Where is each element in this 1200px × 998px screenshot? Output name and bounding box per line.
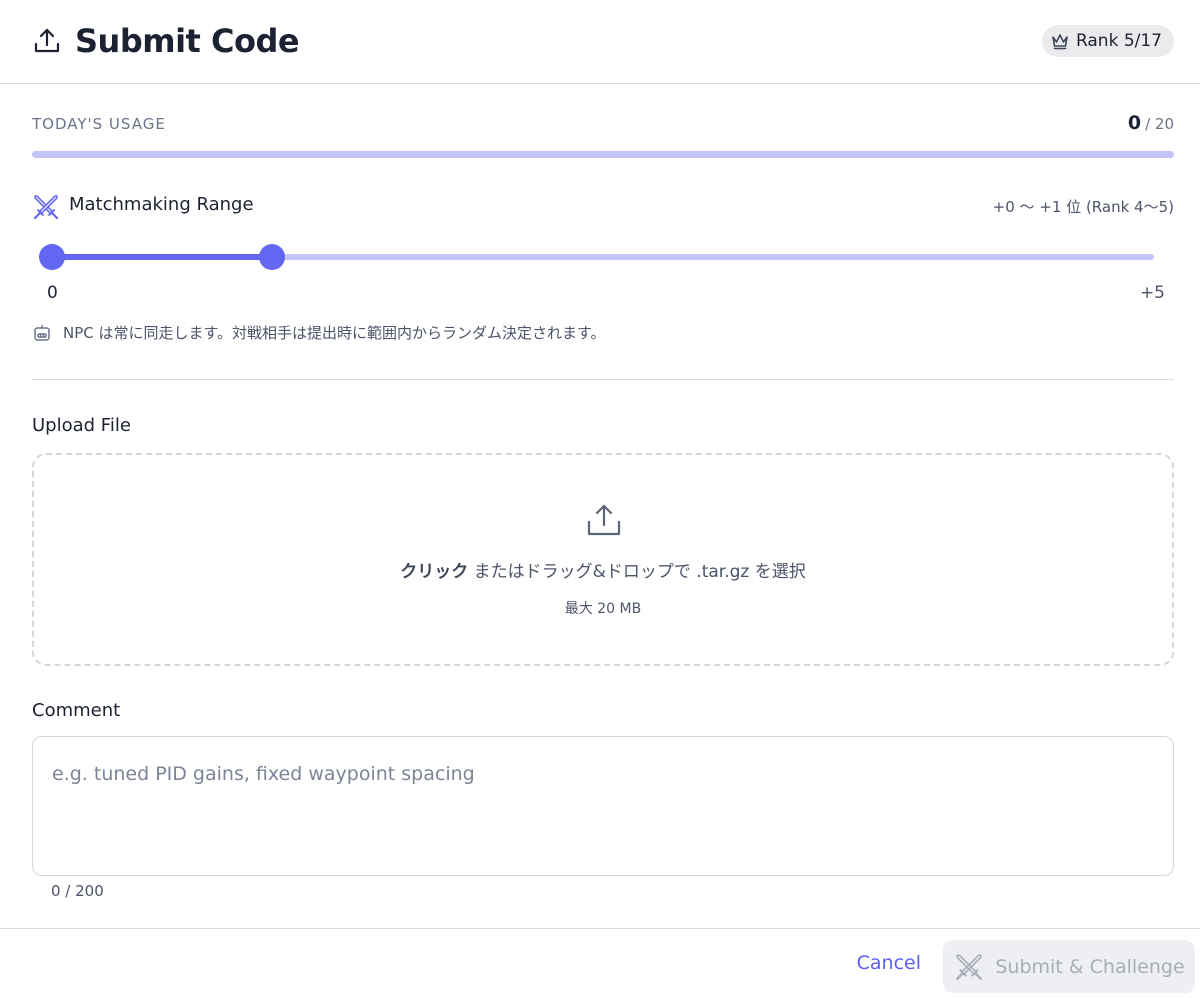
upload-icon (34, 28, 60, 53)
slider-selected-range (52, 254, 273, 260)
cancel-button[interactable]: Cancel (857, 952, 921, 974)
crossed-swords-icon (956, 953, 983, 980)
slider-max-label: +5 (1139, 283, 1165, 303)
rank-badge-label: Rank 5/17 (1075, 31, 1162, 51)
comment-textarea[interactable] (32, 736, 1174, 876)
comment-char-count: 0 / 200 (51, 882, 104, 900)
usage-label: TODAY'S USAGE (32, 115, 166, 133)
file-dropzone[interactable]: クリック またはドラッグ&ドロップで .tar.gz を選択 最大 20 MB (32, 453, 1174, 666)
upload-file-label: Upload File (32, 415, 131, 436)
slider-thumb-min[interactable] (39, 244, 65, 270)
matchmaking-range-text: +0 〜 +1 位 (Rank 4〜5) (992, 198, 1174, 216)
modal-header: Submit Code Rank 5/17 (0, 0, 1200, 84)
footer-divider (0, 928, 1200, 929)
dropzone-drag-text: またはドラッグ&ドロップで .tar.gz を選択 (468, 562, 806, 582)
usage-progress-bar (32, 151, 1174, 158)
matchmaking-range-slider[interactable] (39, 244, 1154, 270)
crossed-swords-icon (33, 195, 59, 220)
upload-icon (587, 504, 621, 536)
slider-thumb-max[interactable] (259, 244, 286, 270)
usage-count: 0/ 20 (1128, 112, 1174, 134)
submit-button-label: Submit & Challenge (995, 955, 1185, 978)
crown-icon (1052, 34, 1068, 50)
submit-code-modal: Submit Code Rank 5/17 TODAY'S USAGE 0/ 2… (0, 0, 1200, 998)
usage-limit: / 20 (1145, 115, 1174, 133)
section-divider (32, 379, 1174, 380)
slider-min-label: 0 (47, 283, 58, 303)
submit-challenge-button[interactable]: Submit & Challenge (943, 940, 1195, 993)
robot-icon (34, 324, 50, 341)
comment-label: Comment (32, 700, 121, 721)
dropzone-instructions: クリック またはドラッグ&ドロップで .tar.gz を選択 (34, 557, 1172, 582)
dropzone-max-size: 最大 20 MB (564, 601, 642, 617)
page-title: Submit Code (75, 22, 300, 60)
rank-badge: Rank 5/17 (1041, 25, 1174, 57)
dropzone-click-text[interactable]: クリック (400, 562, 468, 582)
usage-used: 0 (1127, 112, 1142, 134)
matchmaking-label: Matchmaking Range (69, 194, 254, 215)
npc-note: NPC は常に同走します。対戦相手は提出時に範囲内からランダム決定されます。 (63, 324, 606, 342)
